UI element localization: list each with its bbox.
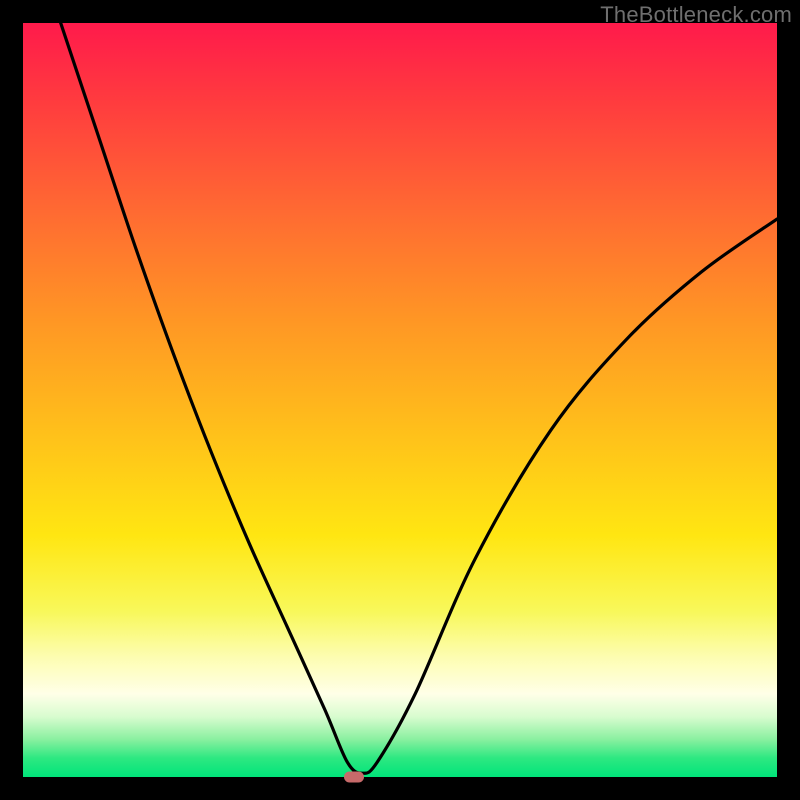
minimum-marker [344, 772, 364, 783]
plot-area [23, 23, 777, 777]
chart-frame: TheBottleneck.com [0, 0, 800, 800]
bottleneck-curve [23, 23, 777, 777]
